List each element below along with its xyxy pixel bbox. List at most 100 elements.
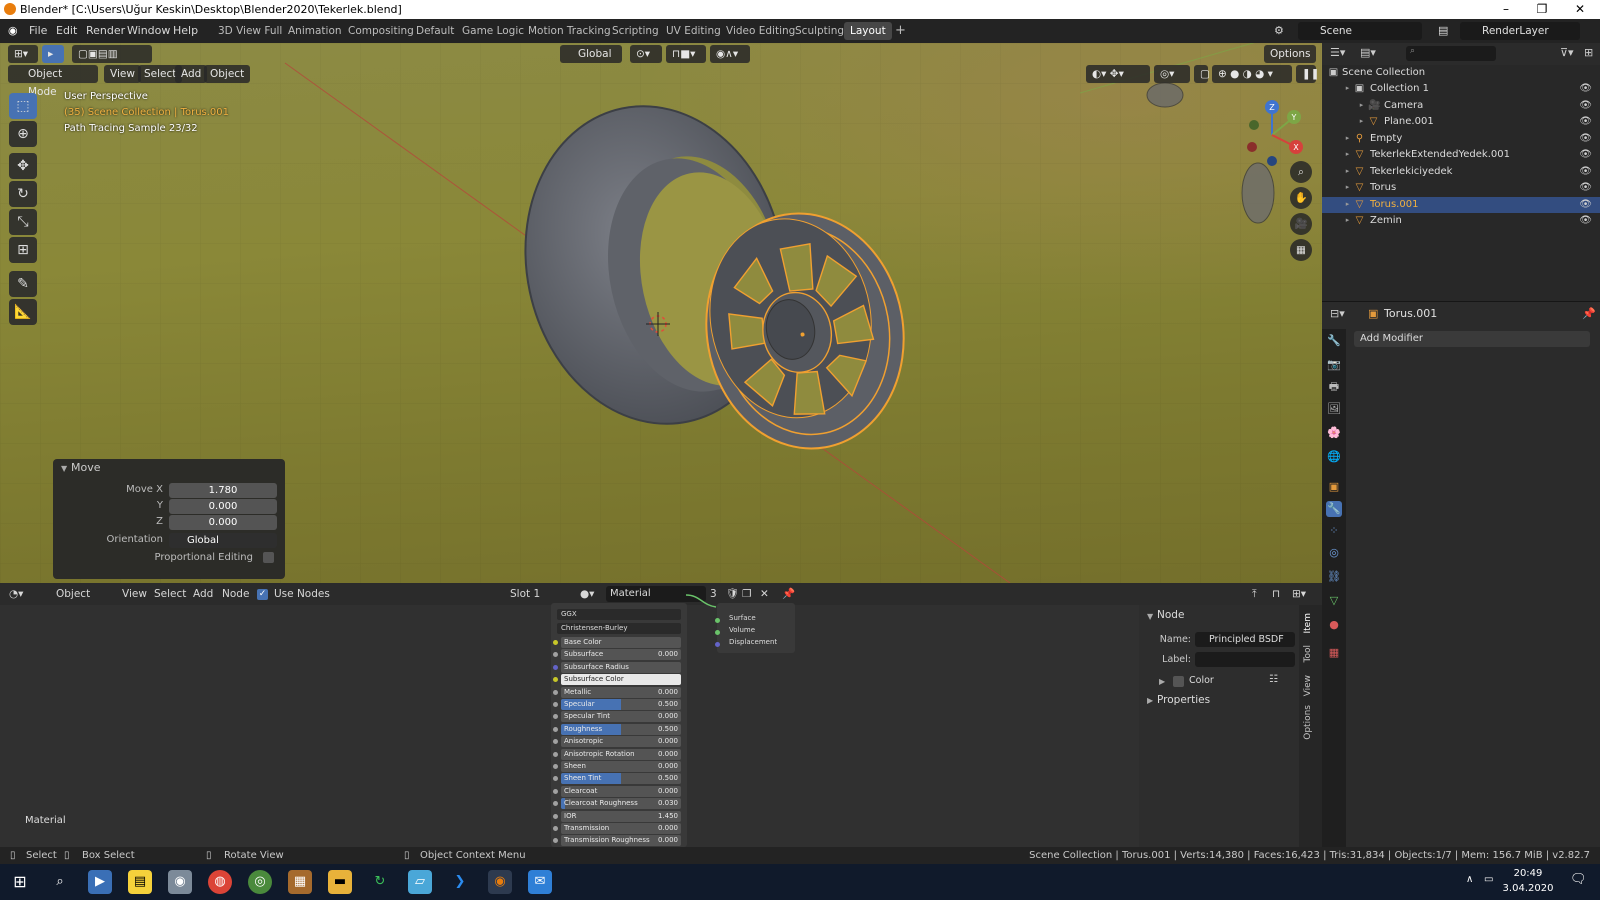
material-output-node[interactable]: Surface Volume Displacement (715, 603, 795, 653)
tab-game-logic[interactable]: Game Logic (456, 22, 530, 40)
input-socket-icon[interactable] (553, 702, 558, 707)
outliner-editor-icon[interactable]: ☰▾ (1330, 46, 1345, 59)
new-material-icon[interactable]: ❐ (742, 583, 751, 605)
notepad-icon[interactable]: ▱ (408, 870, 432, 894)
input-socket-icon[interactable] (553, 776, 558, 782)
unlink-material-icon[interactable]: ✕ (760, 583, 769, 605)
move-y-field[interactable]: 0.000 (169, 499, 277, 514)
outliner-row[interactable]: ▸ ▽ Zemin 👁 (1322, 213, 1600, 229)
expand-arrow-icon[interactable]: ▸ (1342, 199, 1353, 210)
subsurface-method-dropdown[interactable]: Christensen-Burley (557, 623, 681, 634)
principled-bsdf-node[interactable]: GGX Christensen-Burley Base Color Subsurf… (551, 603, 687, 847)
move-z-field[interactable]: 0.000 (169, 515, 277, 530)
visibility-eye-icon[interactable]: 👁 (1579, 81, 1592, 97)
outliner-row[interactable]: ▸ 🎥 Camera 👁 (1322, 98, 1600, 114)
visibility-eye-icon[interactable]: 👁 (1579, 180, 1592, 196)
color-expand-icon[interactable]: ▶ (1159, 677, 1165, 686)
move-x-field[interactable]: 1.780 (169, 483, 277, 498)
node-editor-type-icon[interactable]: ◔▾ (9, 583, 23, 605)
view-layer-icon[interactable]: ▤ (1438, 19, 1448, 43)
restore-button[interactable]: ❐ (1524, 0, 1560, 19)
bsdf-input-row[interactable]: Subsurface Radius (561, 661, 681, 673)
bsdf-input-row[interactable]: Sheen 0.000 (561, 761, 681, 772)
node-name-field[interactable]: Principled BSDF (1195, 632, 1295, 647)
app-icon-3[interactable]: ▦ (288, 870, 312, 894)
ne-pin-icon[interactable]: 📌 (782, 583, 795, 605)
outliner-root-row[interactable]: ▣ Scene Collection (1322, 65, 1600, 81)
camera-view-icon[interactable]: 🎥 (1290, 213, 1312, 235)
viewport-menu-object[interactable]: Object (204, 65, 251, 83)
scene-selector[interactable]: Scene (1298, 22, 1422, 40)
ortho-toggle-icon[interactable]: ▦ (1290, 239, 1312, 261)
viewport-menu-add[interactable]: Add (175, 65, 208, 83)
viewport-menu-view[interactable]: View (104, 65, 141, 83)
clock-date[interactable]: 3.04.2020 (1498, 883, 1558, 894)
surface-socket-icon[interactable] (715, 618, 720, 623)
bsdf-input-row[interactable]: Sheen Tint 0.500 (561, 773, 681, 785)
input-socket-icon[interactable] (553, 689, 558, 695)
visibility-eye-icon[interactable]: 👁 (1579, 197, 1592, 213)
input-socket-icon[interactable] (553, 640, 558, 645)
bsdf-input-row[interactable]: Specular 0.500 (561, 699, 681, 710)
constraints-tab-icon[interactable]: ⛓ (1326, 569, 1342, 585)
input-socket-icon[interactable] (553, 664, 558, 670)
expand-arrow-icon[interactable]: ▸ (1342, 83, 1353, 94)
bsdf-input-row[interactable]: Anisotropic 0.000 (561, 736, 681, 748)
menu-file[interactable]: File (29, 19, 47, 43)
pivot-point-icon[interactable]: ⊙▾ (630, 45, 662, 63)
display-mode-icon[interactable]: ▤▾ (1360, 46, 1376, 59)
bsdf-input-row[interactable]: Clearcoat Roughness 0.030 (561, 798, 681, 810)
input-socket-icon[interactable] (553, 788, 558, 794)
renderlayer-selector[interactable]: RenderLayer (1460, 22, 1580, 40)
bsdf-input-row[interactable]: Base Color (561, 637, 681, 648)
tab-layout[interactable]: Layout (844, 22, 892, 40)
select-box-tool-icon[interactable]: ⬚ (9, 93, 37, 119)
outliner-row[interactable]: ▸ ▣ Collection 1 👁 (1322, 81, 1600, 97)
modifier-tab-icon[interactable]: 🔧 (1326, 501, 1342, 517)
transform-tool-icon[interactable]: ⊞ (9, 237, 37, 263)
node-color-checkbox[interactable] (1173, 676, 1184, 687)
color-presets-icon[interactable]: ☷ (1269, 674, 1278, 685)
bsdf-input-row[interactable]: Specular Tint 0.000 (561, 711, 681, 723)
add-modifier-dropdown[interactable]: Add Modifier (1354, 331, 1590, 347)
tab-default[interactable]: Default (410, 22, 460, 40)
media-player-icon[interactable]: ▶ (88, 870, 112, 894)
output-tab-icon[interactable]: 🖶 (1326, 379, 1342, 395)
zoom-view-icon[interactable]: ⌕ (1290, 161, 1312, 183)
visibility-eye-icon[interactable]: 👁 (1579, 131, 1592, 147)
rotate-tool-icon[interactable]: ↻ (9, 181, 37, 207)
scale-tool-icon[interactable]: ⤡ (9, 209, 37, 235)
new-collection-icon[interactable]: ⊞ (1584, 46, 1593, 59)
node-section-arrow-icon[interactable]: ▼ (1147, 612, 1153, 621)
material-tab-icon[interactable]: ● (1326, 617, 1342, 633)
tab-animation[interactable]: Animation (282, 22, 348, 40)
bsdf-input-row[interactable]: Clearcoat 0.000 (561, 785, 681, 797)
mail-icon[interactable]: ✉ (528, 870, 552, 894)
slot-dropdown[interactable]: Slot 1 (510, 583, 574, 605)
shading-mode-icons[interactable]: ⊕ ● ◑ ◕ ▾ (1212, 65, 1292, 83)
tab-options[interactable]: Options (1303, 705, 1318, 740)
notifications-icon[interactable]: 🗨 (1570, 872, 1587, 887)
view-layer-tab-icon[interactable]: 🖼 (1326, 401, 1342, 417)
cursor-tool-icon[interactable]: ⊕ (9, 121, 37, 147)
volume-socket-icon[interactable] (715, 630, 720, 635)
app-icon-2[interactable]: ◎ (248, 870, 272, 894)
object-tab-icon[interactable]: ▣ (1326, 479, 1342, 495)
bsdf-input-row[interactable]: IOR 1.450 (561, 810, 681, 822)
pin-icon[interactable]: 📌 (1582, 307, 1596, 320)
tab-motion-tracking[interactable]: Motion Tracking (522, 22, 617, 40)
tab-3d-view-full[interactable]: 3D View Full (212, 22, 288, 40)
sticky-notes-icon[interactable]: ▤ (128, 870, 152, 894)
bsdf-input-row[interactable]: Transmission 0.000 (561, 823, 681, 834)
outliner-row[interactable]: ▸ ▽ Torus.001 👁 (1322, 196, 1600, 213)
proportional-editing-checkbox[interactable] (263, 552, 274, 563)
ne-menu-view[interactable]: View (122, 583, 147, 605)
app-icon[interactable]: ◉ (168, 870, 192, 894)
mesh-data-tab-icon[interactable]: ▽ (1326, 593, 1342, 609)
visibility-eye-icon[interactable]: 👁 (1579, 164, 1592, 180)
expand-arrow-icon[interactable]: ▸ (1342, 166, 1353, 177)
physics-tab-icon[interactable]: ◎ (1326, 545, 1342, 561)
distribution-dropdown[interactable]: GGX (557, 609, 681, 620)
texture-tab-icon[interactable]: ▦ (1326, 645, 1342, 661)
bsdf-input-row[interactable]: Subsurface 0.000 (561, 649, 681, 661)
